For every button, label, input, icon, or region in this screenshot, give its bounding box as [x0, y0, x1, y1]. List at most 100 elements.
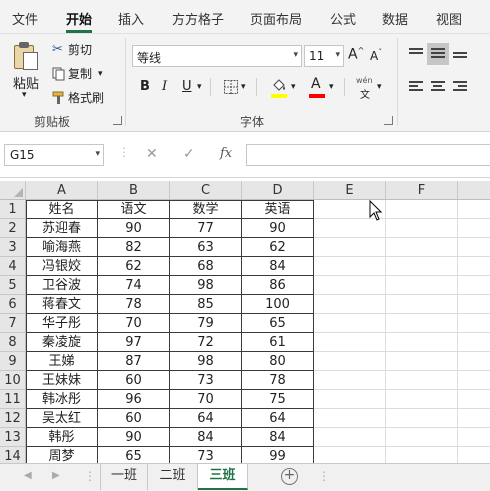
empty-cell[interactable] [458, 219, 490, 238]
table-cell[interactable]: 73 [170, 447, 242, 463]
table-cell[interactable]: 华子彤 [26, 314, 98, 333]
underline-dropdown-icon[interactable]: ▾ [197, 82, 202, 92]
row-header-1[interactable]: 1 [0, 200, 26, 219]
empty-cell[interactable] [458, 257, 490, 276]
row-header-9[interactable]: 9 [0, 352, 26, 371]
column-header-f[interactable]: F [386, 181, 458, 200]
table-cell[interactable]: 75 [242, 390, 314, 409]
table-cell[interactable]: 冯银姣 [26, 257, 98, 276]
empty-cell[interactable] [458, 238, 490, 257]
empty-cell[interactable] [314, 409, 386, 428]
border-icon[interactable] [224, 80, 238, 94]
table-cell[interactable]: 61 [242, 333, 314, 352]
table-cell[interactable]: 68 [170, 257, 242, 276]
row-header-4[interactable]: 4 [0, 257, 26, 276]
table-cell[interactable]: 70 [98, 314, 170, 333]
empty-cell[interactable] [314, 276, 386, 295]
table-cell[interactable]: 韩冰彤 [26, 390, 98, 409]
copy-button[interactable]: 复制 ▾ [52, 65, 103, 82]
row-header-6[interactable]: 6 [0, 295, 26, 314]
header-cell[interactable]: 姓名 [26, 200, 98, 219]
table-cell[interactable]: 韩彤 [26, 428, 98, 447]
column-header-b[interactable]: B [98, 181, 170, 200]
column-header-partial[interactable] [458, 181, 490, 200]
empty-cell[interactable] [386, 371, 458, 390]
row-header-2[interactable]: 2 [0, 219, 26, 238]
table-cell[interactable]: 84 [170, 428, 242, 447]
font-size-select[interactable]: 11 ▾ [304, 45, 344, 67]
empty-cell[interactable] [458, 447, 490, 463]
align-left-icon[interactable] [409, 81, 423, 93]
sheet-tab-class2[interactable]: 二班 [148, 464, 198, 490]
table-cell[interactable]: 74 [98, 276, 170, 295]
empty-cell[interactable] [458, 428, 490, 447]
sheet-tab-class1[interactable]: 一班 [100, 464, 148, 490]
table-cell[interactable]: 周梦 [26, 447, 98, 463]
row-header-8[interactable]: 8 [0, 333, 26, 352]
empty-cell[interactable] [314, 238, 386, 257]
add-sheet-icon[interactable]: + [281, 468, 298, 485]
tab-insert[interactable]: 插入 [118, 9, 144, 28]
paste-dropdown-icon[interactable]: ▾ [22, 90, 27, 100]
empty-cell[interactable] [314, 390, 386, 409]
table-cell[interactable]: 84 [242, 428, 314, 447]
empty-cell[interactable] [314, 428, 386, 447]
phonetic-button[interactable]: wén [356, 76, 373, 85]
empty-cell[interactable] [386, 409, 458, 428]
table-cell[interactable]: 98 [170, 276, 242, 295]
tab-home[interactable]: 开始 [66, 9, 92, 28]
grow-font-button[interactable]: A^ [348, 46, 364, 63]
table-cell[interactable]: 87 [98, 352, 170, 371]
empty-cell[interactable] [458, 333, 490, 352]
row-header-14[interactable]: 14 [0, 447, 26, 463]
empty-cell[interactable] [458, 371, 490, 390]
table-cell[interactable]: 苏迎春 [26, 219, 98, 238]
table-cell[interactable]: 70 [170, 390, 242, 409]
row-header-3[interactable]: 3 [0, 238, 26, 257]
empty-cell[interactable] [314, 352, 386, 371]
bold-button[interactable]: B [140, 79, 150, 94]
empty-cell[interactable] [386, 276, 458, 295]
prev-sheet-icon[interactable]: ◀ [24, 470, 32, 481]
empty-cell[interactable] [458, 409, 490, 428]
table-cell[interactable]: 97 [98, 333, 170, 352]
table-cell[interactable]: 80 [242, 352, 314, 371]
empty-cell[interactable] [314, 371, 386, 390]
empty-cell[interactable] [458, 295, 490, 314]
align-center-icon[interactable] [431, 81, 445, 93]
copy-dropdown-icon[interactable]: ▾ [98, 69, 103, 79]
table-cell[interactable]: 64 [242, 409, 314, 428]
empty-cell[interactable] [458, 352, 490, 371]
table-cell[interactable]: 62 [242, 238, 314, 257]
font-launcher-icon[interactable] [384, 116, 393, 125]
italic-button[interactable]: I [162, 79, 167, 94]
header-cell[interactable]: 数学 [170, 200, 242, 219]
table-cell[interactable]: 蒋春文 [26, 295, 98, 314]
format-painter-button[interactable]: 格式刷 [52, 89, 104, 106]
empty-cell[interactable] [458, 390, 490, 409]
table-cell[interactable]: 吴太红 [26, 409, 98, 428]
tab-formulas[interactable]: 公式 [330, 9, 356, 28]
row-header-5[interactable]: 5 [0, 276, 26, 295]
table-cell[interactable]: 98 [170, 352, 242, 371]
table-cell[interactable]: 60 [98, 409, 170, 428]
empty-cell[interactable] [314, 295, 386, 314]
align-middle-icon[interactable] [431, 48, 445, 60]
insert-function-icon[interactable]: fx [220, 146, 232, 161]
empty-cell[interactable] [314, 447, 386, 463]
empty-cell[interactable] [314, 314, 386, 333]
table-cell[interactable]: 王妹妹 [26, 371, 98, 390]
fill-color-icon[interactable] [271, 78, 287, 94]
table-cell[interactable]: 99 [242, 447, 314, 463]
sheet-tab-class3[interactable]: 三班 [198, 464, 248, 490]
table-cell[interactable]: 秦凌旋 [26, 333, 98, 352]
empty-cell[interactable] [386, 295, 458, 314]
table-cell[interactable]: 卫谷波 [26, 276, 98, 295]
empty-cell[interactable] [386, 314, 458, 333]
table-cell[interactable]: 85 [170, 295, 242, 314]
table-cell[interactable]: 王娣 [26, 352, 98, 371]
table-cell[interactable]: 90 [242, 219, 314, 238]
cut-button[interactable]: ✂ 剪切 [52, 41, 92, 58]
empty-cell[interactable] [458, 314, 490, 333]
table-cell[interactable]: 78 [242, 371, 314, 390]
